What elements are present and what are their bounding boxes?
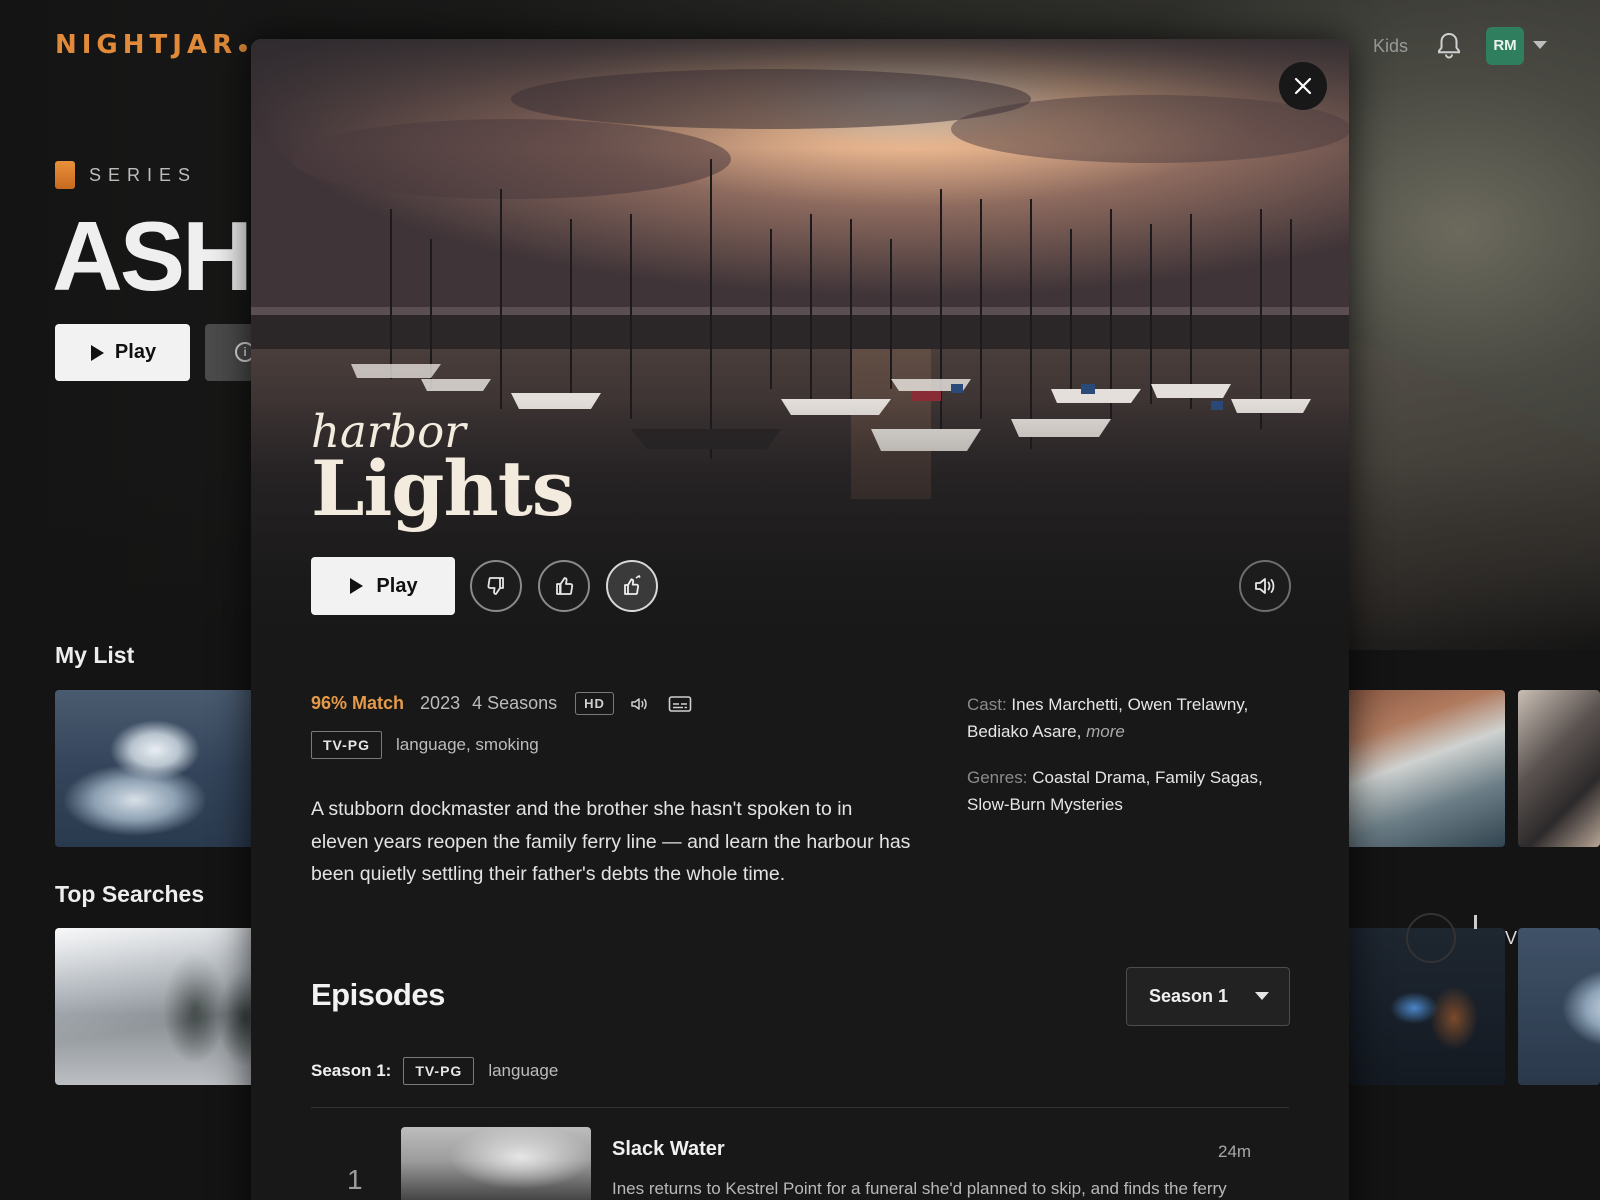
genres-line: Genres: Coastal Drama, Family Sagas, Slo… bbox=[967, 764, 1297, 818]
episode-thumbnail[interactable] bbox=[401, 1127, 591, 1200]
title-card[interactable] bbox=[1518, 690, 1600, 847]
thumbs-up-icon bbox=[556, 577, 574, 595]
title-card[interactable] bbox=[55, 690, 265, 847]
play-label: Play bbox=[376, 574, 418, 597]
title-card[interactable] bbox=[1344, 690, 1505, 847]
series-tag: SERIES bbox=[55, 161, 197, 189]
title-card[interactable] bbox=[55, 928, 265, 1085]
chevron-down-icon bbox=[1255, 992, 1269, 1000]
play-button[interactable]: Play bbox=[311, 557, 455, 615]
show-title-big: Lights bbox=[311, 444, 575, 533]
season-advisories: language bbox=[488, 1061, 559, 1080]
row-title-top-searches: Top Searches bbox=[55, 881, 205, 907]
content-advisories: language, smoking bbox=[396, 735, 539, 754]
series-label: SERIES bbox=[89, 164, 198, 185]
title-detail-modal: harbor Lights Play 96% Match 2023 4 Seas… bbox=[251, 39, 1349, 1200]
episodes-heading: Episodes bbox=[311, 977, 445, 1012]
season-label: Season 1: bbox=[311, 1061, 392, 1080]
row-title-my-list: My List bbox=[55, 642, 135, 668]
cast-more-link[interactable]: more bbox=[1086, 722, 1125, 741]
thumbs-down-icon bbox=[487, 577, 504, 595]
like-button[interactable] bbox=[538, 560, 590, 612]
hero-title: ASH bbox=[52, 201, 253, 311]
maturity-rating-row: TV-PG language, smoking bbox=[311, 731, 539, 759]
cast-label: Cast: bbox=[967, 695, 1007, 714]
double-thumbs-up-icon bbox=[624, 574, 641, 595]
genres-label: Genres: bbox=[967, 768, 1028, 787]
love-button[interactable] bbox=[606, 560, 658, 612]
season-selector[interactable]: Season 1 bbox=[1126, 967, 1290, 1026]
title-card[interactable] bbox=[1518, 928, 1600, 1085]
season-selector-value: Season 1 bbox=[1149, 986, 1229, 1006]
close-button[interactable] bbox=[1279, 62, 1327, 110]
bell-icon[interactable] bbox=[1436, 31, 1462, 59]
play-icon bbox=[90, 344, 104, 361]
hero-play-button[interactable]: Play bbox=[55, 324, 190, 381]
play-icon bbox=[350, 578, 364, 594]
subtitles-icon bbox=[668, 695, 692, 713]
ghost-control bbox=[1474, 915, 1477, 929]
maturity-rating-badge: TV-PG bbox=[311, 731, 383, 759]
episode-duration: 24m bbox=[1218, 1142, 1252, 1161]
season-count: 4 Seasons bbox=[472, 693, 558, 713]
release-year: 2023 bbox=[420, 693, 461, 713]
title-metadata: 96% Match 2023 4 Seasons HD bbox=[311, 692, 710, 715]
season-rating-badge: TV-PG bbox=[403, 1057, 475, 1085]
close-icon bbox=[1294, 77, 1312, 95]
volume-icon bbox=[1255, 578, 1275, 594]
avatar[interactable]: RM bbox=[1486, 27, 1524, 65]
episode-description: Ines returns to Kestrel Point for a fune… bbox=[612, 1179, 1227, 1198]
nav-kids-link[interactable]: Kids bbox=[1373, 36, 1408, 57]
match-score: 96% Match bbox=[311, 693, 405, 713]
dislike-button[interactable] bbox=[470, 560, 522, 612]
credits-panel: Cast: Ines Marchetti, Owen Trelawny, Bed… bbox=[967, 691, 1297, 818]
hero-play-label: Play bbox=[114, 341, 157, 363]
series-logo-mark bbox=[55, 161, 75, 189]
chevron-down-icon[interactable] bbox=[1533, 41, 1547, 49]
ghost-control bbox=[1406, 913, 1456, 963]
episode-number: 1 bbox=[347, 1164, 363, 1195]
audio-description-icon bbox=[630, 696, 650, 712]
episode-list-divider bbox=[311, 1107, 1289, 1108]
volume-button[interactable] bbox=[1239, 560, 1291, 612]
quality-badge: HD bbox=[575, 692, 614, 715]
brand-logo[interactable]: NIGHTJAR bbox=[55, 30, 248, 60]
episode-title: Slack Water bbox=[612, 1138, 725, 1160]
ghost-text: V bbox=[1505, 928, 1518, 948]
cast-line: Cast: Ines Marchetti, Owen Trelawny, Bed… bbox=[967, 691, 1297, 745]
show-title-logo: harbor Lights bbox=[311, 409, 575, 533]
season-rating-row: Season 1: TV-PG language bbox=[311, 1057, 558, 1085]
synopsis: A stubborn dockmaster and the brother sh… bbox=[311, 798, 911, 885]
